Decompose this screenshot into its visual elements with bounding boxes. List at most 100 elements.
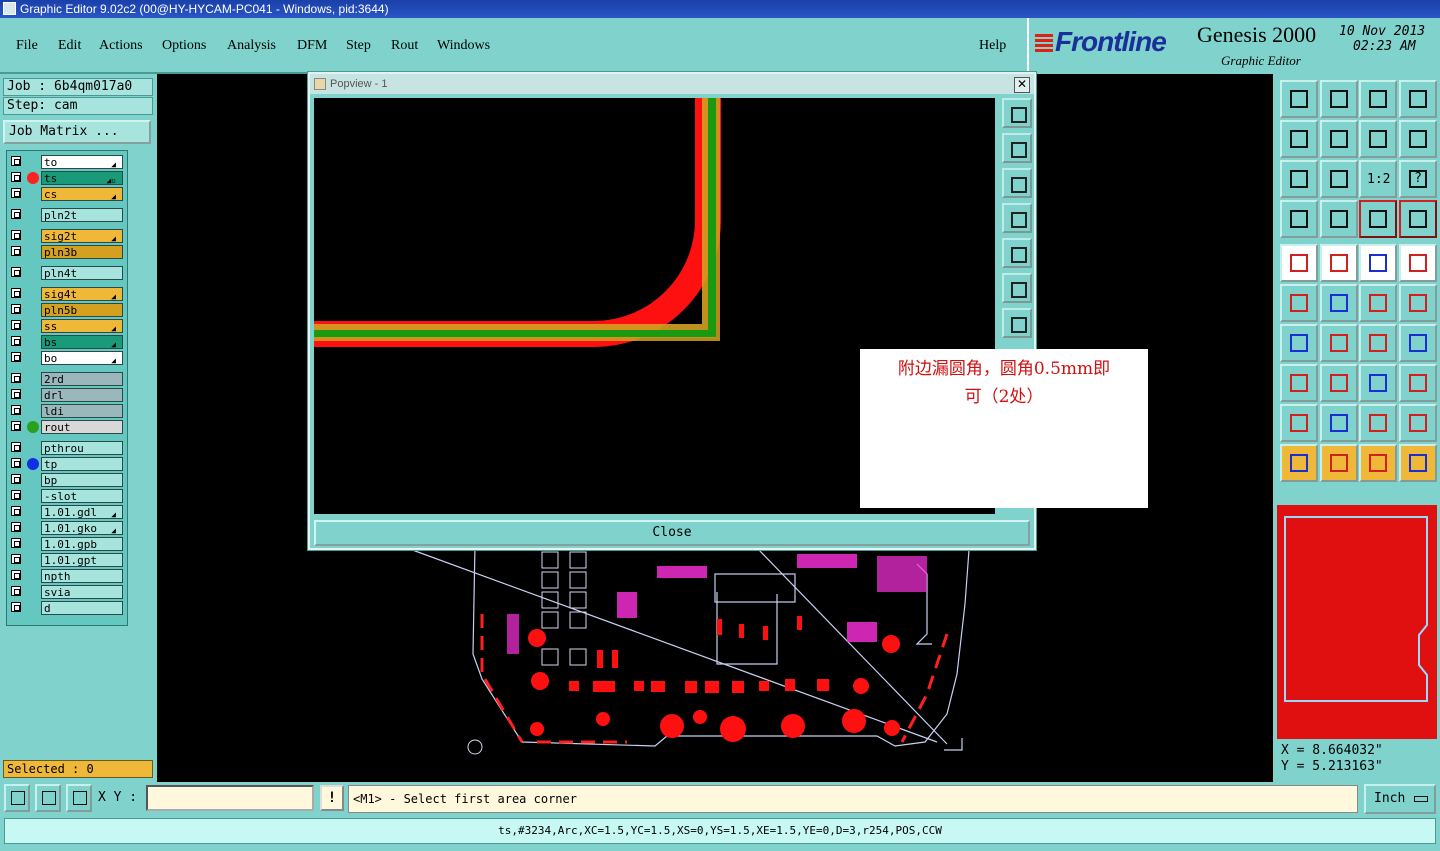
rotate-up-tool[interactable]: [1280, 80, 1318, 118]
layer-checkbox[interactable]: [11, 458, 21, 468]
layer-checkbox[interactable]: [11, 389, 21, 399]
layer-name[interactable]: 1.01.gko ◢: [41, 521, 123, 535]
layer-name[interactable]: ldi: [41, 404, 123, 418]
connect-tool[interactable]: [1280, 284, 1318, 322]
layer-checkbox[interactable]: [11, 405, 21, 415]
layer-checkbox[interactable]: [11, 421, 21, 431]
window-view-tool[interactable]: [1399, 80, 1437, 118]
layer-row-2rd[interactable]: 2rd: [7, 372, 127, 386]
component-view-tool[interactable]: [1359, 200, 1397, 238]
fit-tool[interactable]: [1280, 160, 1318, 198]
layer-checkbox[interactable]: [11, 538, 21, 548]
popview-tool-5[interactable]: [1002, 238, 1032, 268]
layer-checkbox[interactable]: [11, 230, 21, 240]
layer-row-1-01-gpb[interactable]: 1.01.gpb: [7, 537, 127, 551]
popview-tool-1[interactable]: [1002, 98, 1032, 128]
layer-name[interactable]: 2rd: [41, 372, 123, 386]
menu-windows[interactable]: Windows: [437, 38, 490, 54]
popview-tool-4[interactable]: [1002, 203, 1032, 233]
layer-name[interactable]: pln3b: [41, 245, 123, 259]
layout-tool[interactable]: [1399, 120, 1437, 158]
layer-name[interactable]: sig4t ◢: [41, 287, 123, 301]
layer-checkbox[interactable]: [11, 490, 21, 500]
popview-close-icon[interactable]: ✕: [1014, 77, 1030, 93]
menu-rout[interactable]: Rout: [391, 38, 418, 54]
layer-name[interactable]: pthrou: [41, 441, 123, 455]
layer-name[interactable]: 1.01.gpb: [41, 537, 123, 551]
select-arrow-tool[interactable]: [1280, 444, 1318, 482]
layer-name[interactable]: ts ◢▫: [41, 171, 123, 185]
layer-row-svia[interactable]: svia: [7, 585, 127, 599]
layer-name[interactable]: svia: [41, 585, 123, 599]
layer-row-ts[interactable]: ts ◢▫: [7, 171, 127, 185]
one-to-two-tool[interactable]: 1:2: [1359, 160, 1397, 198]
select-path-tool[interactable]: [1399, 444, 1437, 482]
layer-name[interactable]: 1.01.gpt: [41, 553, 123, 567]
layer-row-rout[interactable]: rout: [7, 420, 127, 434]
layer-name[interactable]: d: [41, 601, 123, 615]
layer-name[interactable]: -slot: [41, 489, 123, 503]
menu-step[interactable]: Step: [346, 38, 371, 54]
layer-checkbox[interactable]: [11, 602, 21, 612]
layer-row-1-01-gko[interactable]: 1.01.gko ◢: [7, 521, 127, 535]
rotate-arc-tool[interactable]: [1359, 324, 1397, 362]
layer-checkbox[interactable]: [11, 474, 21, 484]
layer-row-ss[interactable]: ss ◢: [7, 319, 127, 333]
select-net-tool[interactable]: [1359, 444, 1397, 482]
pan-right-tool[interactable]: [1320, 120, 1358, 158]
arch-tool[interactable]: [1359, 404, 1397, 442]
layer-name[interactable]: sig2t ◢: [41, 229, 123, 243]
job-matrix-button[interactable]: Job Matrix ...: [3, 120, 151, 144]
layer-row-sig4t[interactable]: sig4t ◢: [7, 287, 127, 301]
layer-row-d[interactable]: d: [7, 601, 127, 615]
layer-name[interactable]: npth: [41, 569, 123, 583]
layer-name[interactable]: bo ◢: [41, 351, 123, 365]
rotate-down-tool[interactable]: [1320, 80, 1358, 118]
layer-row-drl[interactable]: drl: [7, 388, 127, 402]
layer-row-to[interactable]: to ◢: [7, 155, 127, 169]
arc-angle-tool[interactable]: [1280, 324, 1318, 362]
group-tool[interactable]: [1399, 364, 1437, 402]
popview-tool-7[interactable]: [1002, 308, 1032, 338]
layer-row-pln4t[interactable]: pln4t: [7, 266, 127, 280]
layer-name[interactable]: rout: [41, 420, 123, 434]
layer-name[interactable]: pln2t: [41, 208, 123, 222]
add-pad-tool[interactable]: [1280, 244, 1318, 282]
attribute-tool[interactable]: [1280, 200, 1318, 238]
split-tool[interactable]: [1320, 364, 1358, 402]
layer-row-cs[interactable]: cs ◢: [7, 187, 127, 201]
layer-row-ldi[interactable]: ldi: [7, 404, 127, 418]
grid-tool[interactable]: [66, 784, 92, 812]
delete-tool[interactable]: [1320, 284, 1358, 322]
message-button[interactable]: !: [320, 785, 344, 811]
menu-actions[interactable]: Actions: [99, 38, 143, 54]
pan-left-tool[interactable]: [1280, 120, 1318, 158]
layer-checkbox[interactable]: [11, 554, 21, 564]
layer-row-pln3b[interactable]: pln3b: [7, 245, 127, 259]
slash-tool[interactable]: [1320, 324, 1358, 362]
layer-checkbox[interactable]: [11, 172, 21, 182]
layer-row-pln5b[interactable]: pln5b: [7, 303, 127, 317]
units-selector[interactable]: Inch: [1364, 784, 1436, 814]
layer-row-1-01-gdl[interactable]: 1.01.gdl ◢: [7, 505, 127, 519]
layer-row-bo[interactable]: bo ◢: [7, 351, 127, 365]
layer-checkbox[interactable]: [11, 267, 21, 277]
layer-checkbox[interactable]: [11, 246, 21, 256]
select-pad-tool[interactable]: [1280, 364, 1318, 402]
popview-tool-3[interactable]: [1002, 168, 1032, 198]
grid-view-tool[interactable]: [1320, 200, 1358, 238]
layer-name[interactable]: 1.01.gdl ◢: [41, 505, 123, 519]
layer-checkbox[interactable]: [11, 304, 21, 314]
layer-name[interactable]: tp: [41, 457, 123, 471]
layer-checkbox[interactable]: [11, 373, 21, 383]
layer-checkbox[interactable]: [11, 320, 21, 330]
home-view-tool[interactable]: [1359, 80, 1397, 118]
layer-row-bp[interactable]: bp: [7, 473, 127, 487]
menu-analysis[interactable]: Analysis: [227, 38, 276, 54]
layer-checkbox[interactable]: [11, 352, 21, 362]
layer-row-tp[interactable]: tp: [7, 457, 127, 471]
layer-name[interactable]: pln5b: [41, 303, 123, 317]
layer-row--slot[interactable]: -slot: [7, 489, 127, 503]
board-minimap[interactable]: [1277, 505, 1437, 739]
layer-name[interactable]: ss ◢: [41, 319, 123, 333]
